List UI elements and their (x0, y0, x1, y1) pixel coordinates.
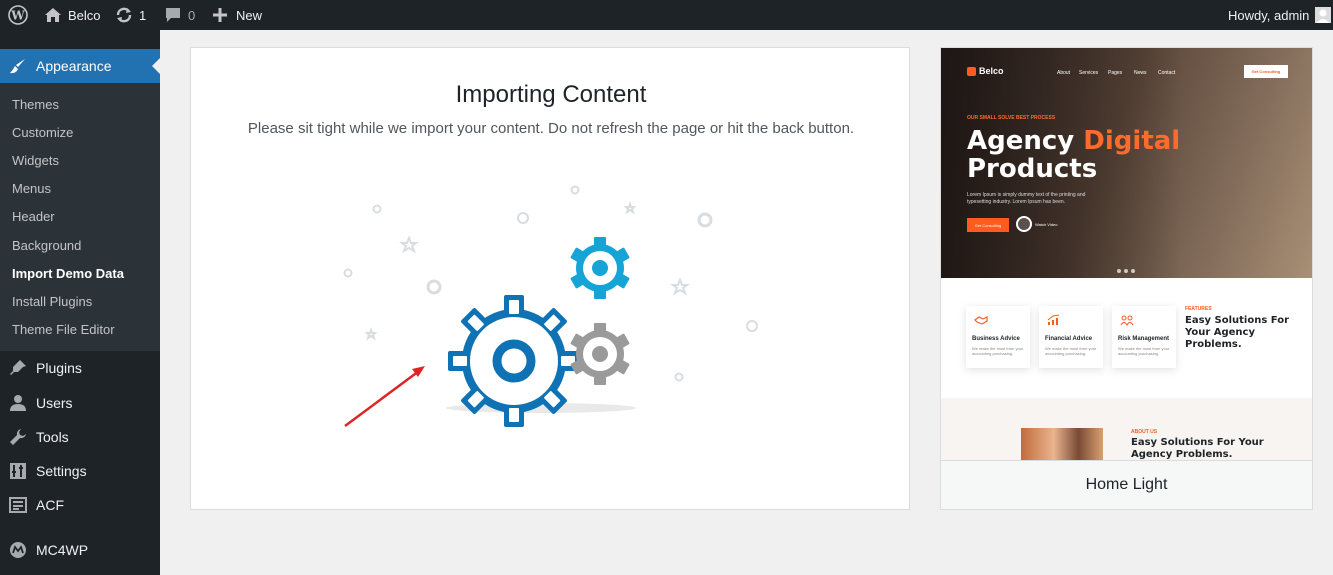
demo-hero-title-line2: Products (967, 154, 1098, 184)
team-icon (1120, 315, 1134, 326)
handshake-icon (974, 316, 988, 325)
greeting: Howdy, admin (1228, 7, 1310, 23)
small-gear-blue-icon (570, 237, 630, 299)
updates-count: 1 (139, 7, 147, 23)
demo-about: ABOUT US Easy Solutions For Your Agency … (941, 398, 1312, 460)
settings-icon (9, 462, 27, 480)
menu-plugins[interactable]: Plugins (0, 351, 160, 385)
menu-users-label: Users (36, 395, 73, 411)
demo-hero: Belco About Services Pages News Contact … (941, 48, 1312, 278)
large-gear-icon (448, 295, 580, 427)
mc4wp-icon (9, 541, 27, 559)
import-title: Importing Content (455, 81, 647, 108)
updates-link[interactable]: 1 (115, 0, 146, 30)
demo-feature-title: Financial Advice (1045, 336, 1093, 342)
demo-feature-text: We make the most from your accounting pu… (1118, 346, 1170, 356)
plugin-icon (9, 359, 27, 377)
demo-logo: Belco (979, 66, 1004, 76)
comments-link[interactable]: 0 (164, 0, 195, 30)
demo-hero-title-part1: Agency (967, 126, 1084, 156)
demo-hero-play-label: Watch Video (1035, 222, 1058, 227)
paintbrush-icon (9, 57, 27, 75)
demo-hero-kicker: OUR SMALL SOLVE BEST PROCESS (967, 115, 1056, 121)
demo-nav-item: Pages (1108, 70, 1123, 76)
comment-icon (164, 7, 182, 23)
demo-hero-title-accent: Digital (1083, 126, 1181, 156)
wrench-icon (9, 428, 27, 446)
demo-features: Business Advice We make the most from yo… (941, 278, 1312, 398)
submenu-import-demo-data[interactable]: Import Demo Data (12, 266, 124, 281)
demo-nav-item: Contact (1158, 70, 1176, 76)
submenu-menus[interactable]: Menus (12, 181, 51, 196)
menu-tools[interactable]: Tools (0, 420, 160, 454)
demo-preview-card[interactable]: Belco About Services Pages News Contact … (940, 47, 1313, 510)
submenu-header[interactable]: Header (12, 209, 55, 224)
menu-mc4wp-label: MC4WP (36, 542, 89, 558)
home-icon (44, 7, 62, 23)
submenu-theme-file-editor[interactable]: Theme File Editor (12, 322, 115, 337)
admin-sidebar: Appearance Themes Customize Widgets Menu… (0, 30, 160, 575)
demo-features-kicker: FEATURES (1185, 306, 1212, 312)
menu-acf[interactable]: ACF (0, 488, 160, 522)
demo-screenshot: Belco About Services Pages News Contact … (941, 48, 1312, 460)
demo-hero-title: Agency Digital (967, 126, 1180, 156)
demo-feature-text: We make the most from your accounting pu… (972, 346, 1024, 356)
import-panel: Importing Content Please sit tight while… (190, 47, 910, 510)
menu-settings[interactable]: Settings (0, 454, 160, 488)
user-icon (9, 394, 27, 412)
demo-nav-item: Services (1079, 70, 1099, 76)
demo-feature-title: Business Advice (972, 336, 1020, 342)
demo-feature-card: Financial Advice We make the most from y… (1039, 306, 1103, 368)
admin-bar: W Belco 1 0 New Howdy, admin (0, 0, 1333, 30)
importing-gears-illustration (343, 185, 758, 428)
menu-users[interactable]: Users (0, 386, 160, 420)
demo-feature-card: Business Advice We make the most from yo… (966, 306, 1030, 368)
import-description: Please sit tight while we import your co… (247, 120, 855, 137)
chart-growth-icon (1047, 314, 1060, 325)
demo-consult-button: Get Consulting (1244, 65, 1288, 78)
menu-appearance-label: Appearance (36, 58, 112, 74)
new-content-link[interactable]: New (212, 0, 262, 30)
demo-about-heading: Easy Solutions For Your Agency Problems. (1131, 437, 1264, 460)
submenu-install-plugins[interactable]: Install Plugins (12, 294, 92, 309)
menu-acf-label: ACF (36, 497, 64, 513)
my-account-link[interactable]: Howdy, admin (1228, 0, 1332, 30)
appearance-submenu: Themes Customize Widgets Menus Header Ba… (0, 83, 160, 351)
menu-appearance[interactable]: Appearance (0, 49, 160, 83)
demo-feature-card: Risk Management We make the most from yo… (1112, 306, 1176, 368)
demo-hero-button: Get Consulting (967, 218, 1009, 232)
small-gear-gray-icon (570, 323, 630, 385)
red-arrow-icon (344, 366, 425, 428)
demo-name: Home Light (941, 460, 1312, 509)
submenu-themes[interactable]: Themes (12, 97, 59, 112)
menu-mc4wp[interactable]: MC4WP (0, 533, 160, 567)
wordpress-logo-icon[interactable]: W (8, 0, 28, 30)
demo-logo-icon (967, 67, 976, 76)
menu-tools-label: Tools (36, 429, 69, 445)
refresh-icon (115, 6, 133, 24)
menu-plugins-label: Plugins (36, 360, 82, 376)
demo-nav-item: About (1057, 70, 1071, 76)
comments-count: 0 (188, 7, 196, 23)
demo-about-kicker: ABOUT US (1131, 429, 1158, 435)
submenu-background[interactable]: Background (12, 238, 81, 253)
slider-dots (1117, 260, 1138, 278)
plus-icon (212, 7, 228, 23)
demo-hero-text: Lorem Ipsum is simply dummy text of the … (967, 192, 1086, 205)
menu-settings-label: Settings (36, 463, 87, 479)
submenu-customize[interactable]: Customize (12, 125, 73, 140)
site-name-link[interactable]: Belco (44, 0, 101, 30)
demo-feature-text: We make the most from your accounting pu… (1045, 346, 1097, 356)
avatar (1315, 7, 1332, 23)
demo-feature-title: Risk Management (1118, 336, 1170, 342)
demo-nav-item: News (1134, 70, 1147, 76)
new-label: New (236, 7, 263, 23)
demo-features-heading: Easy Solutions For Your Agency Problems. (1185, 315, 1290, 350)
demo-about-image (1021, 428, 1103, 460)
submenu-widgets[interactable]: Widgets (12, 153, 59, 168)
acf-icon (9, 496, 27, 514)
play-icon (1016, 216, 1032, 232)
svg-text:W: W (10, 9, 25, 23)
site-name: Belco (68, 7, 101, 23)
